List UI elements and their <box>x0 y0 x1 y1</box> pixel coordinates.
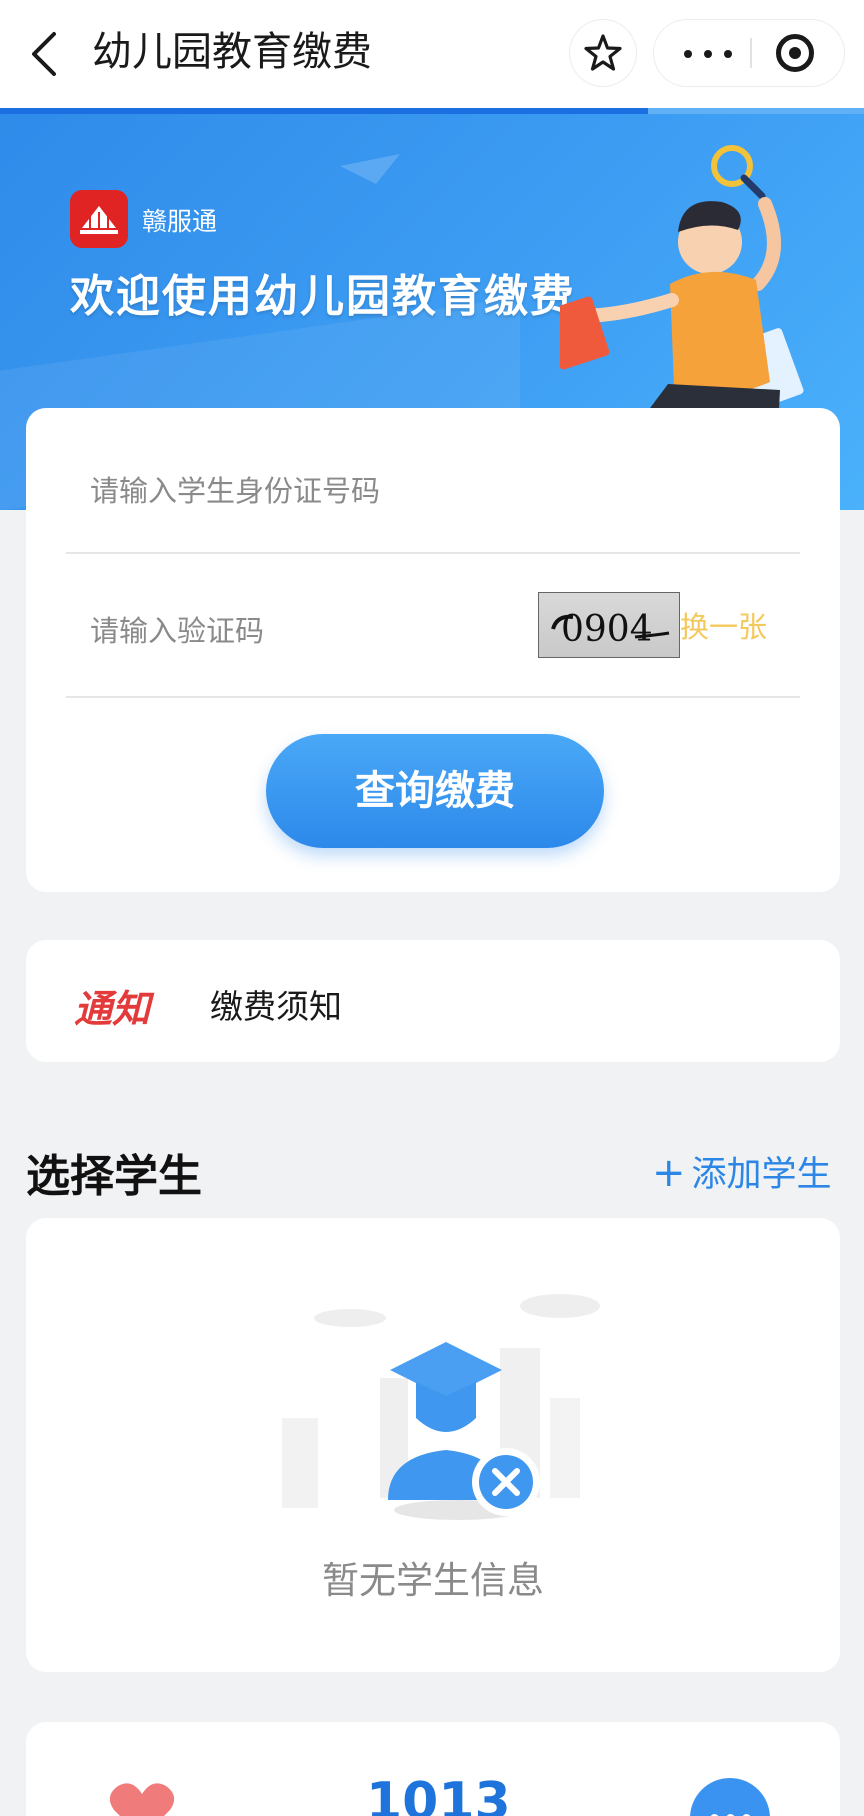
plus-icon: + <box>652 1150 686 1196</box>
notice-text: 缴费须知 <box>210 987 342 1026</box>
divider <box>66 552 800 554</box>
star-icon <box>584 34 622 71</box>
mini-program-capsule <box>654 20 844 86</box>
heart-icon[interactable] <box>106 1780 178 1816</box>
captcha-text: 0904 <box>561 609 653 650</box>
query-form-card: 请输入学生身份证号码 请输入验证码 0904 换一张 查询缴费 <box>26 408 840 892</box>
empty-state-text: 暂无学生信息 <box>322 1559 544 1602</box>
student-id-input[interactable]: 请输入学生身份证号码 <box>90 468 380 510</box>
paper-plane-decoration <box>340 154 400 184</box>
count-value: 1013 <box>366 1772 511 1816</box>
title-bar: 幼儿园教育缴费 <box>0 0 864 108</box>
notice-tag: 通知 <box>74 987 151 1031</box>
verification-code-input[interactable]: 请输入验证码 <box>90 608 264 650</box>
divider <box>66 696 800 698</box>
app-logo <box>70 190 128 248</box>
chevron-left-icon[interactable] <box>26 30 66 78</box>
welcome-heading: 欢迎使用幼儿园教育缴费 <box>70 271 576 322</box>
favorite-button[interactable] <box>570 20 636 86</box>
page-title: 幼儿园教育缴费 <box>92 29 372 75</box>
captcha-image[interactable]: 0904 <box>538 592 680 658</box>
chat-icon[interactable] <box>690 1778 770 1816</box>
refresh-captcha-link[interactable]: 换一张 <box>680 604 767 646</box>
target-circle-icon[interactable] <box>776 34 814 72</box>
more-horizontal-icon[interactable] <box>684 50 734 58</box>
payment-notice-card[interactable]: 通知 缴费须知 <box>26 940 840 1062</box>
no-student-illustration <box>282 1294 600 1520</box>
capsule-divider <box>750 38 752 68</box>
query-payment-button[interactable]: 查询缴费 <box>266 734 604 848</box>
add-student-button[interactable]: + 添加学生 <box>652 1146 832 1197</box>
bottom-stats-card: 1013 <box>26 1722 840 1816</box>
student-list-card: 暂无学生信息 <box>26 1218 840 1672</box>
section-title: 选择学生 <box>26 1151 202 1202</box>
add-student-label: 添加学生 <box>691 1155 832 1195</box>
brand-name: 赣服通 <box>142 207 218 236</box>
